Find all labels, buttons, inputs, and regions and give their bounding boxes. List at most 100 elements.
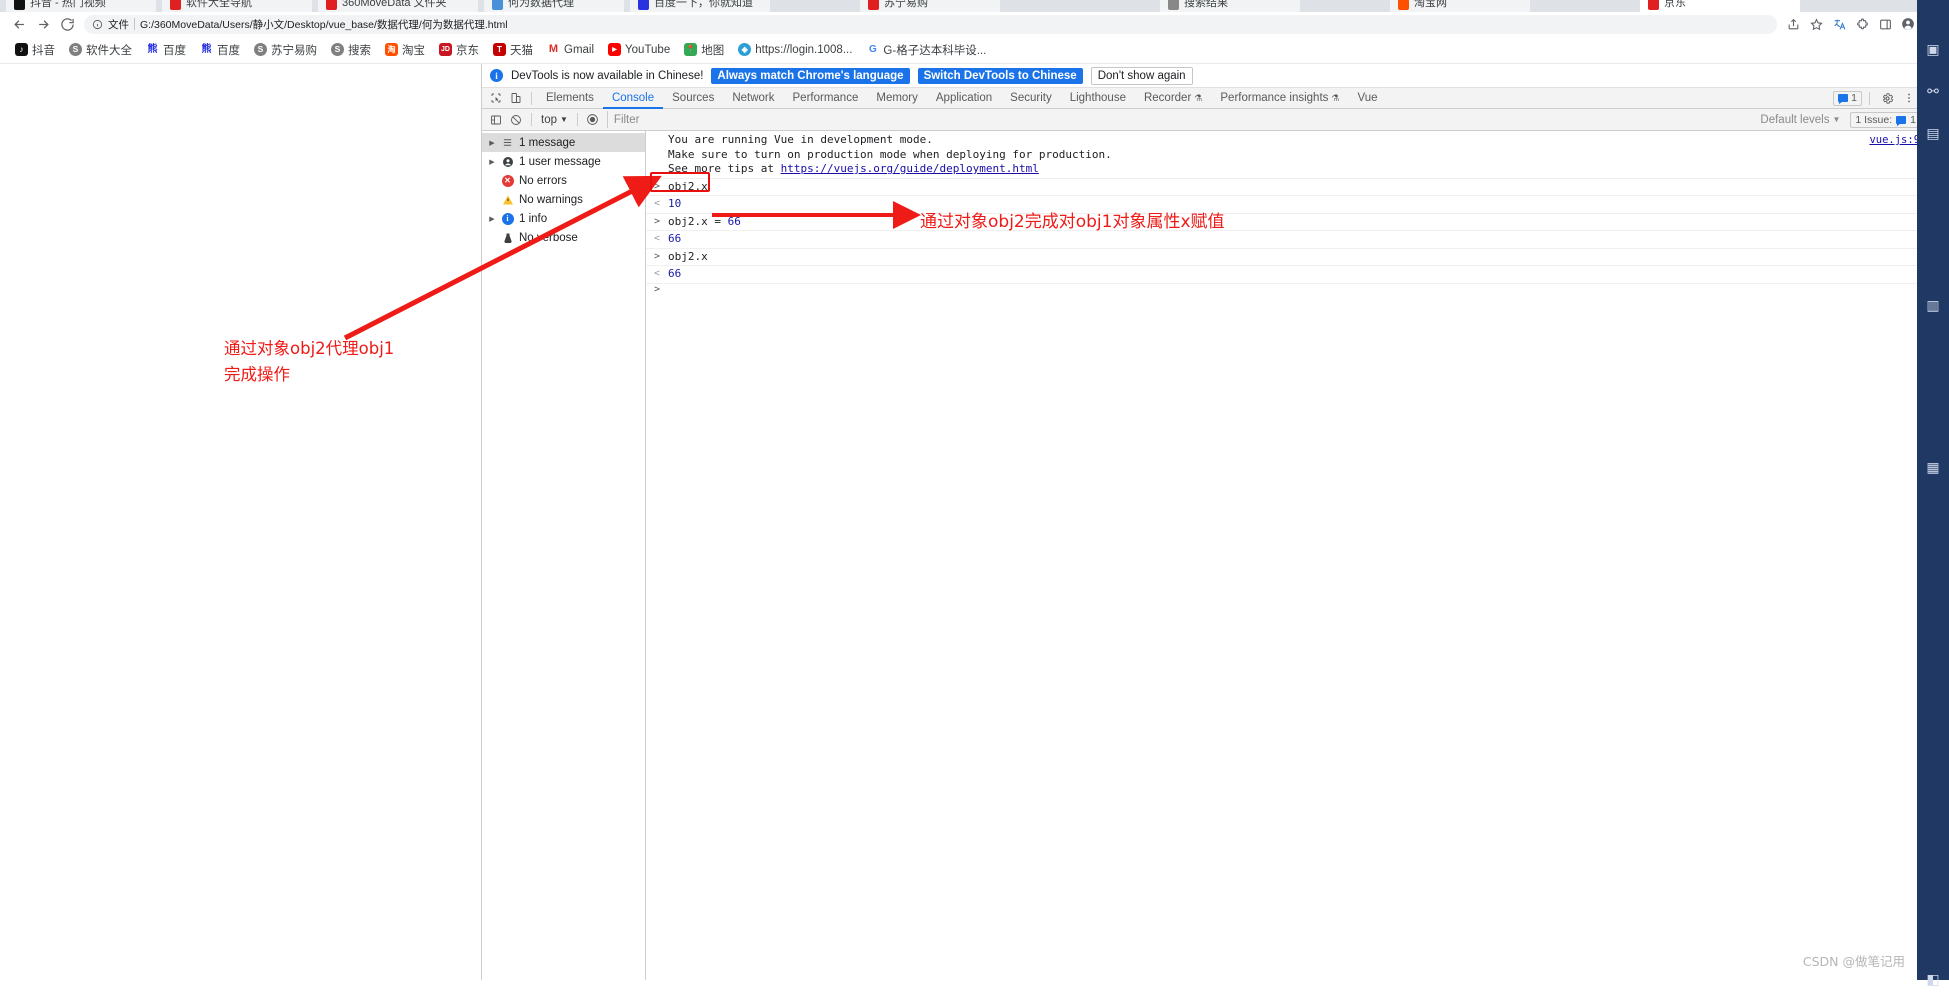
bookmark-favicon-maps: 📍 — [684, 43, 698, 56]
bookmark-item[interactable]: S 软件大全 — [62, 40, 139, 60]
address-bar[interactable]: 文件 G:/360MoveData/Users/静小文/Desktop/vue_… — [84, 14, 1777, 34]
tab-application[interactable]: Application — [927, 88, 1001, 109]
log-levels-selector[interactable]: Default levels ▼ — [1754, 114, 1846, 126]
console-input-line[interactable]: > obj2.x = 66 — [646, 214, 1949, 231]
bookmark-favicon-login: ◈ — [738, 43, 752, 56]
bookmark-item[interactable]: ◈ https://login.1008... — [731, 41, 859, 58]
switch-devtools-language-button[interactable]: Switch DevTools to Chinese — [917, 67, 1083, 84]
bookmark-item[interactable]: 熊百度 — [139, 40, 193, 60]
rail-panel-icon[interactable]: ▦ — [1917, 446, 1949, 488]
star-icon[interactable] — [1806, 14, 1826, 34]
tab-network[interactable]: Network — [723, 88, 783, 109]
execution-context-selector[interactable]: top ▼ — [537, 114, 572, 126]
rail-link-icon[interactable]: ⚯ — [1917, 70, 1949, 112]
info-icon: i — [490, 69, 503, 82]
translate-icon[interactable] — [1829, 14, 1849, 34]
vue-deployment-link[interactable]: https://vuejs.org/guide/deployment.html — [781, 162, 1039, 175]
chevron-right-icon[interactable]: ▶ — [488, 158, 496, 166]
bookmark-item[interactable]: ▶ YouTube — [601, 41, 677, 58]
bookmark-label: https://login.1008... — [755, 43, 853, 56]
sidebar-item-warnings[interactable]: ▶ No warnings — [482, 190, 645, 209]
bookmark-item[interactable]: M Gmail — [540, 41, 601, 58]
tab-favicon — [326, 0, 337, 10]
tab-vue[interactable]: Vue — [1348, 88, 1386, 109]
always-match-language-button[interactable]: Always match Chrome's language — [711, 67, 910, 84]
browser-tab[interactable]: 何为数据代理 — [484, 0, 624, 12]
gear-icon[interactable] — [1877, 89, 1897, 107]
browser-tab[interactable]: 百度一下，你就知道 — [630, 0, 770, 12]
browser-tab[interactable]: 360MoveData 文件夹 — [318, 0, 478, 12]
clear-console-icon[interactable] — [506, 111, 526, 129]
tab-title: 搜索结果 — [1184, 0, 1228, 9]
bookmark-label: 抖音 — [32, 44, 55, 57]
live-expression-icon[interactable] — [583, 111, 603, 129]
console-filter-input[interactable] — [606, 111, 1755, 128]
tab-security[interactable]: Security — [1001, 88, 1061, 109]
extensions-icon[interactable] — [1852, 14, 1872, 34]
bookmark-item[interactable]: 熊百度 — [193, 40, 247, 60]
back-button[interactable] — [8, 13, 30, 35]
console-prompt[interactable]: > — [646, 284, 1949, 300]
sidebar-item-errors[interactable]: ▶ ✕ No errors — [482, 171, 645, 190]
device-toolbar-icon[interactable] — [506, 89, 526, 107]
bookmark-item[interactable]: G G-格子达本科毕设... — [859, 40, 993, 60]
profile-icon[interactable] — [1898, 14, 1918, 34]
tab-sources[interactable]: Sources — [663, 88, 723, 109]
tab-title: 百度一下，你就知道 — [654, 0, 753, 9]
browser-tab[interactable]: 淘宝网 — [1390, 0, 1530, 12]
tab-label: Security — [1010, 92, 1052, 104]
bookmark-favicon-search: S — [331, 43, 344, 56]
dont-show-again-button[interactable]: Don't show again — [1090, 66, 1193, 85]
chevron-right-icon[interactable]: ▶ — [488, 215, 496, 223]
sidebar-toggle-icon[interactable] — [486, 111, 506, 129]
browser-tab[interactable]: 搜索结果 — [1160, 0, 1300, 12]
tab-performance[interactable]: Performance — [784, 88, 868, 109]
share-icon[interactable] — [1783, 14, 1803, 34]
inspect-element-icon[interactable] — [486, 89, 506, 107]
rail-note-icon[interactable]: ▤ — [1917, 112, 1949, 154]
tab-performance-insights[interactable]: Performance insights ⚗ — [1211, 88, 1348, 109]
bookmark-favicon-gezida: G — [866, 43, 880, 56]
issues-counter-chip[interactable]: 1 — [1833, 90, 1862, 106]
log-levels-label: Default levels — [1760, 113, 1830, 126]
issues-badge[interactable]: 1 Issue: 1 — [1850, 111, 1921, 128]
console-input-line[interactable]: > obj2.x — [646, 179, 1949, 196]
browser-tab[interactable]: 抖音 - 热门视频 — [6, 0, 156, 12]
kebab-menu-icon[interactable] — [1899, 89, 1919, 107]
rail-grid-icon[interactable]: ▥ — [1917, 284, 1949, 326]
bookmark-item[interactable]: S 苏宁易购 — [247, 40, 324, 60]
chrome-browser-window: 抖音 - 热门视频 软件大全导航 360MoveData 文件夹 何为数据代理 … — [0, 0, 1949, 987]
bookmark-item[interactable]: T 天猫 — [486, 40, 540, 60]
rail-apps-icon[interactable]: ▣ — [1917, 28, 1949, 70]
chrome-side-rail: ▣ ⚯ ▤ ▥ ▦ ◧ — [1917, 0, 1949, 987]
rail-chat-icon[interactable]: ◧ — [1917, 958, 1949, 1000]
tab-lighthouse[interactable]: Lighthouse — [1061, 88, 1135, 109]
sidebar-item-messages[interactable]: ▶ 1 message — [482, 133, 645, 152]
chevron-down-icon: ▼ — [1832, 115, 1841, 124]
browser-tab[interactable]: 软件大全导航 — [162, 0, 312, 12]
sidebar-item-user-messages[interactable]: ▶ 1 user message — [482, 152, 645, 171]
chevron-right-icon[interactable]: ▶ — [488, 139, 496, 147]
bookmark-item[interactable]: 淘淘宝 — [378, 40, 432, 60]
output-chevron-icon: < — [654, 268, 661, 279]
bookmark-item[interactable]: 📍 地图 — [677, 40, 731, 60]
tab-memory[interactable]: Memory — [867, 88, 927, 109]
sidebar-item-info[interactable]: ▶ i 1 info — [482, 209, 645, 228]
bookmark-item[interactable]: S 搜索 — [324, 40, 378, 60]
forward-button[interactable] — [32, 13, 54, 35]
side-panel-icon[interactable] — [1875, 14, 1895, 34]
reload-button[interactable] — [56, 13, 78, 35]
browser-tab-active[interactable]: 京东 — [1640, 0, 1800, 12]
console-output[interactable]: vue.js:9108 You are running Vue in devel… — [646, 131, 1949, 980]
info-icon: i — [501, 212, 514, 225]
console-sidebar: ▶ 1 message ▶ 1 user message ▶ ✕ N — [482, 131, 646, 980]
user-icon — [501, 155, 514, 168]
console-input-line[interactable]: > obj2.x — [646, 249, 1949, 266]
bookmark-item[interactable]: ♪ 抖音 — [8, 40, 62, 60]
tab-elements[interactable]: Elements — [537, 88, 603, 109]
sidebar-item-verbose[interactable]: ▶ No verbose — [482, 228, 645, 247]
tab-recorder[interactable]: Recorder ⚗ — [1135, 88, 1211, 109]
browser-tab[interactable]: 苏宁易购 — [860, 0, 1000, 12]
tab-console[interactable]: Console — [603, 88, 663, 109]
bookmark-item[interactable]: JD 京东 — [432, 40, 486, 60]
